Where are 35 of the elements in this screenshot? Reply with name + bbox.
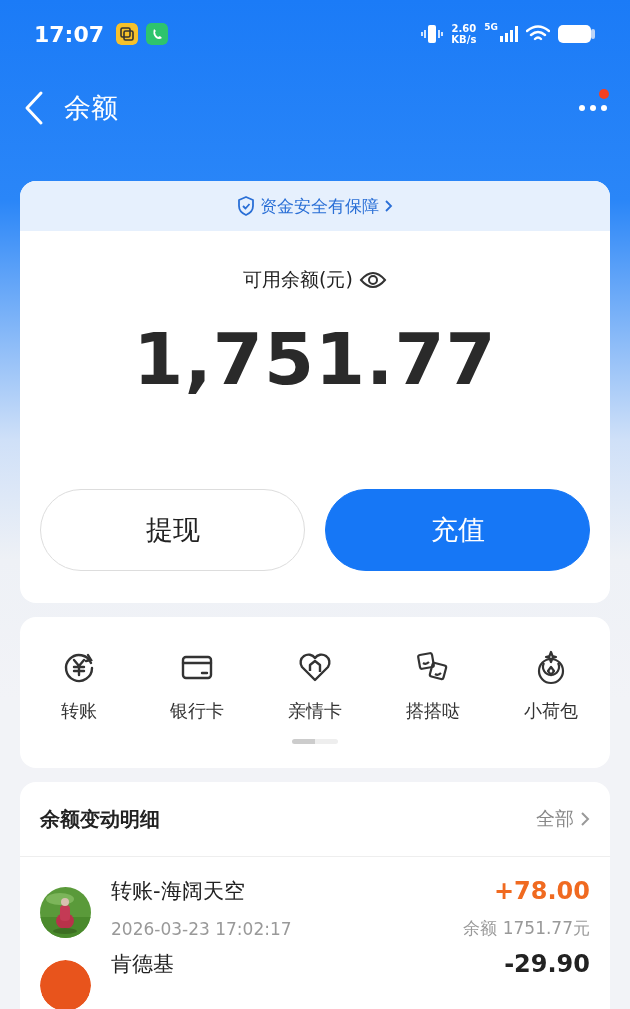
transaction-title: 转账-海阔天空 (111, 878, 245, 905)
copy-app-icon (116, 23, 139, 45)
chevron-icon (384, 199, 393, 213)
shortcut-item[interactable]: 亲情卡 (256, 649, 374, 723)
wifi-icon (526, 25, 550, 43)
shortcut-item[interactable]: 转账 (20, 649, 138, 723)
network-type: 5G (484, 22, 498, 32)
phone-app-icon (146, 23, 169, 45)
safety-text: 资金安全有保障 (260, 194, 379, 218)
merchant-avatar (40, 960, 91, 1009)
balance-amount: 1,751.77 (132, 317, 498, 401)
balance-after: 余额 1751.77元 (463, 917, 590, 940)
status-time: 17:07 (34, 21, 105, 47)
chevron-icon (580, 811, 590, 827)
details-title: 余额变动明细 (40, 805, 161, 833)
transaction-amount: +78.00 (493, 877, 590, 905)
network-speed: 2.60 KB/s (451, 23, 477, 45)
safety-banner[interactable]: 资金安全有保障 (20, 181, 610, 231)
shortcut-item[interactable]: 小荷包 (492, 649, 610, 723)
vibrate-icon (421, 24, 444, 44)
balance-label: 可用余额(元) (243, 267, 353, 292)
transaction-amount: -29.90 (504, 950, 590, 978)
shortcut-item[interactable]: 搭搭哒 (374, 649, 492, 723)
shortcut-item[interactable]: 银行卡 (138, 649, 256, 723)
transaction-time: 2026-03-23 17:02:17 (111, 918, 292, 939)
withdraw-button[interactable]: 提现 (40, 489, 305, 571)
battery-icon (558, 24, 596, 44)
eye-icon[interactable] (358, 270, 387, 290)
page-title: 余额 (64, 91, 118, 125)
signal-icon (500, 26, 518, 42)
top-up-button[interactable]: 充值 (325, 489, 590, 571)
transaction-title: 肯德基 (111, 951, 174, 978)
more-icon[interactable] (578, 103, 608, 113)
shield-icon (237, 196, 255, 216)
filter-link[interactable]: 全部 (536, 806, 574, 832)
